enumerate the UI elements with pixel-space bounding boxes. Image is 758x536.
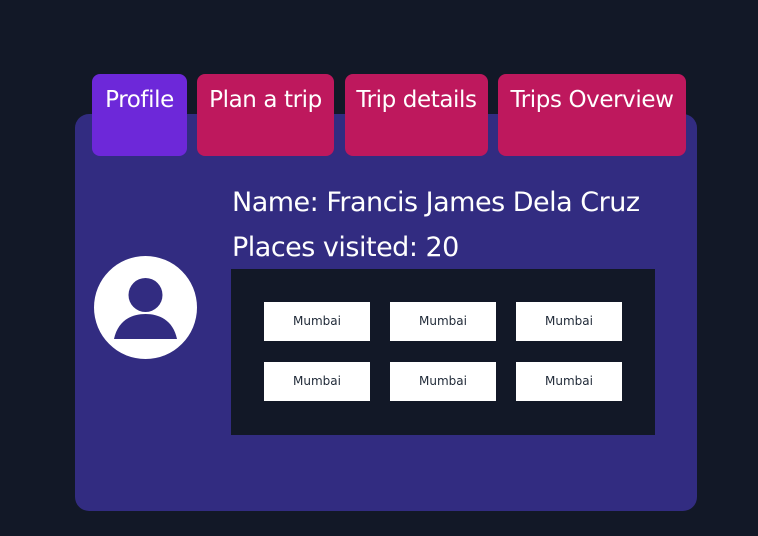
- place-chip[interactable]: Mumbai: [516, 302, 622, 341]
- tab-profile[interactable]: Profile: [92, 74, 187, 156]
- profile-name: Name: Francis James Dela Cruz: [232, 187, 640, 218]
- user-avatar-icon: [94, 256, 197, 359]
- places-visited-count: Places visited: 20: [232, 232, 459, 263]
- tab-plan-a-trip[interactable]: Plan a trip: [197, 74, 334, 156]
- place-chip[interactable]: Mumbai: [390, 362, 496, 401]
- place-chip[interactable]: Mumbai: [264, 362, 370, 401]
- place-chip[interactable]: Mumbai: [264, 302, 370, 341]
- place-chip[interactable]: Mumbai: [390, 302, 496, 341]
- place-chip[interactable]: Mumbai: [516, 362, 622, 401]
- tab-trips-overview[interactable]: Trips Overview: [498, 74, 686, 156]
- visited-places-panel: Mumbai Mumbai Mumbai Mumbai Mumbai Mumba…: [231, 269, 655, 435]
- tab-trip-details[interactable]: Trip details: [345, 74, 488, 156]
